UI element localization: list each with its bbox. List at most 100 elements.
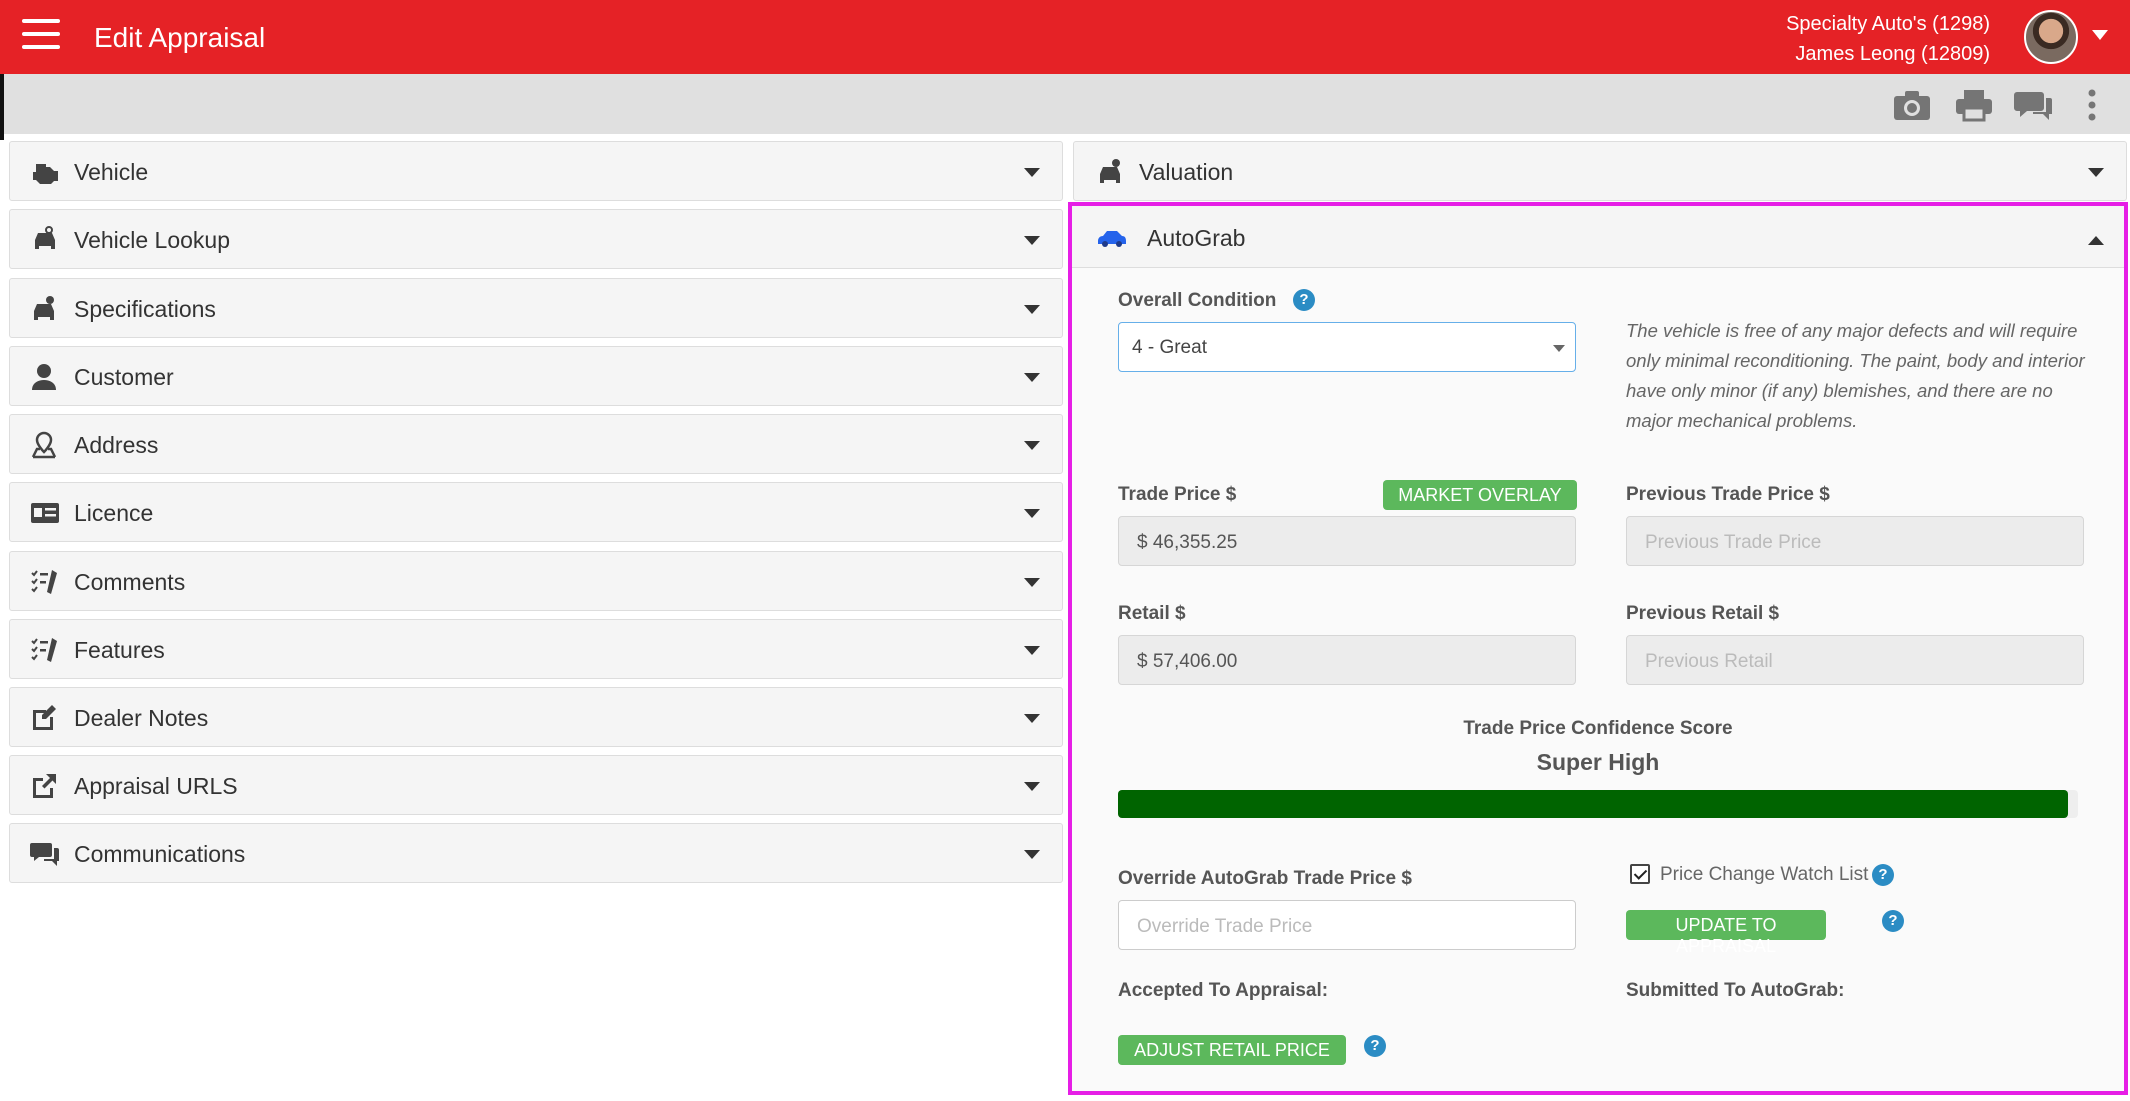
section-address[interactable]: Address bbox=[9, 414, 1063, 474]
condition-description: The vehicle is free of any major defects… bbox=[1626, 320, 2085, 431]
autograb-title: AutoGrab bbox=[1147, 225, 1246, 251]
section-label: Communications bbox=[74, 841, 246, 867]
section-licence[interactable]: Licence bbox=[9, 482, 1063, 542]
top-app-bar: Edit Appraisal Specialty Auto's (1298) J… bbox=[0, 0, 2130, 74]
confidence-score-value: Super High bbox=[1536, 749, 1660, 775]
previous-retail-field[interactable]: Previous Retail bbox=[1626, 635, 2084, 685]
chat-icon[interactable] bbox=[2014, 88, 2054, 122]
section-dealer-notes[interactable]: Dealer Notes bbox=[9, 687, 1063, 747]
chevron-down-icon bbox=[1024, 305, 1040, 314]
update-to-appraisal-button[interactable]: UPDATE TO APPRAISAL bbox=[1626, 910, 1826, 956]
chevron-up-icon bbox=[2088, 236, 2104, 245]
section-label: Features bbox=[74, 637, 165, 663]
id-card-icon bbox=[31, 503, 59, 523]
car-icon bbox=[1098, 231, 1126, 247]
section-label: Address bbox=[74, 432, 159, 458]
checklist-pen-icon bbox=[31, 638, 57, 662]
section-label: Specifications bbox=[74, 296, 216, 322]
confidence-progress-fill bbox=[1118, 790, 2069, 818]
section-valuation[interactable]: Valuation bbox=[1073, 141, 2127, 201]
section-vehicle-lookup[interactable]: Vehicle Lookup bbox=[9, 209, 1063, 269]
section-specifications[interactable]: Specifications bbox=[9, 278, 1063, 338]
help-icon[interactable]: ? bbox=[1872, 864, 1894, 886]
toolbar-edge bbox=[0, 74, 4, 140]
override-trade-price-placeholder: Override Trade Price bbox=[1137, 916, 1313, 937]
previous-trade-price-field[interactable]: Previous Trade Price bbox=[1626, 516, 2084, 566]
chevron-down-icon bbox=[1024, 646, 1040, 655]
overall-condition-label: Overall Condition bbox=[1118, 290, 1277, 311]
section-comments[interactable]: Comments bbox=[9, 551, 1063, 611]
section-communications[interactable]: Communications bbox=[9, 823, 1063, 883]
submitted-to-autograb-label: Submitted To AutoGrab: bbox=[1626, 980, 1845, 1001]
section-label: Licence bbox=[74, 500, 154, 526]
user-icon bbox=[32, 364, 56, 390]
trade-price-label: Trade Price $ bbox=[1118, 484, 1237, 505]
chevron-down-icon bbox=[1024, 578, 1040, 587]
more-vert-icon[interactable] bbox=[2082, 88, 2102, 122]
section-label: Comments bbox=[74, 569, 186, 595]
user-info[interactable]: Specialty Auto's (1298) James Leong (128… bbox=[1786, 9, 1990, 69]
chevron-down-icon bbox=[1024, 441, 1040, 450]
confidence-score-title: Trade Price Confidence Score bbox=[1463, 718, 1733, 739]
chevron-down-icon bbox=[1024, 168, 1040, 177]
engine-icon bbox=[33, 164, 58, 184]
adjust-retail-price-button[interactable]: ADJUST RETAIL PRICE bbox=[1118, 1035, 1346, 1065]
section-label: Vehicle bbox=[74, 159, 149, 185]
overall-condition-select[interactable]: 4 - Great bbox=[1118, 322, 1576, 372]
previous-trade-price-label: Previous Trade Price $ bbox=[1626, 484, 1830, 505]
autograb-panel: AutoGrab Overall Condition ? 4 - Great T… bbox=[1068, 202, 2128, 1095]
menu-icon[interactable] bbox=[22, 19, 60, 53]
help-icon[interactable]: ? bbox=[1293, 289, 1315, 311]
user-name: James Leong (12809) bbox=[1795, 43, 1990, 65]
watch-list-label: Price Change Watch List bbox=[1660, 864, 1869, 885]
chevron-down-icon bbox=[1024, 782, 1040, 791]
section-label: Valuation bbox=[1139, 159, 1234, 185]
location-icon bbox=[31, 431, 57, 459]
user-menu-caret-icon[interactable] bbox=[2092, 30, 2108, 40]
trade-price-field[interactable]: $ 46,355.25 bbox=[1118, 516, 1576, 566]
avatar[interactable] bbox=[2024, 10, 2078, 64]
chevron-down-icon bbox=[1024, 509, 1040, 518]
car-gear-icon bbox=[1100, 159, 1120, 183]
help-icon[interactable]: ? bbox=[1364, 1035, 1386, 1057]
car-search-icon bbox=[35, 226, 55, 249]
previous-retail-placeholder: Previous Retail bbox=[1645, 651, 1773, 672]
dealer-name: Specialty Auto's (1298) bbox=[1786, 13, 1990, 35]
section-customer[interactable]: Customer bbox=[9, 346, 1063, 406]
section-label: Vehicle Lookup bbox=[74, 227, 231, 253]
previous-retail-label: Previous Retail $ bbox=[1626, 603, 1780, 624]
market-overlay-badge[interactable]: MARKET OVERLAY bbox=[1383, 480, 1577, 510]
confidence-progress-bar bbox=[1118, 790, 2078, 818]
watch-list-checkbox[interactable] bbox=[1630, 864, 1650, 884]
chevron-down-icon bbox=[1024, 714, 1040, 723]
section-vehicle[interactable]: Vehicle bbox=[9, 141, 1063, 201]
action-toolbar bbox=[0, 74, 2130, 140]
chevron-down-icon bbox=[1024, 850, 1040, 859]
section-appraisal-urls[interactable]: Appraisal URLS bbox=[9, 755, 1063, 815]
checklist-pen-icon bbox=[31, 570, 57, 594]
previous-trade-price-placeholder: Previous Trade Price bbox=[1645, 532, 1822, 553]
edit-note-icon bbox=[33, 705, 56, 730]
external-link-icon bbox=[33, 774, 56, 798]
section-features[interactable]: Features bbox=[9, 619, 1063, 679]
camera-icon[interactable] bbox=[1892, 88, 1932, 122]
page-title: Edit Appraisal bbox=[94, 22, 266, 53]
override-trade-price-input[interactable]: Override Trade Price bbox=[1118, 900, 1576, 950]
chevron-down-icon bbox=[1553, 345, 1565, 352]
print-icon[interactable] bbox=[1954, 88, 1994, 122]
section-label: Appraisal URLS bbox=[74, 773, 238, 799]
retail-field[interactable]: $ 57,406.00 bbox=[1118, 635, 1576, 685]
override-trade-price-label: Override AutoGrab Trade Price $ bbox=[1118, 868, 1412, 889]
autograb-header[interactable]: AutoGrab bbox=[1072, 206, 2124, 268]
chevron-down-icon bbox=[2088, 168, 2104, 177]
car-gear-icon bbox=[34, 296, 54, 320]
chat-icon bbox=[30, 843, 59, 866]
chevron-down-icon bbox=[1024, 236, 1040, 245]
section-label: Dealer Notes bbox=[74, 705, 209, 731]
help-icon[interactable]: ? bbox=[1882, 910, 1904, 932]
accepted-to-appraisal-label: Accepted To Appraisal: bbox=[1118, 980, 1329, 1001]
retail-label: Retail $ bbox=[1118, 603, 1186, 624]
chevron-down-icon bbox=[1024, 373, 1040, 382]
trade-price-value: $ 46,355.25 bbox=[1137, 532, 1238, 553]
section-label: Customer bbox=[74, 364, 174, 390]
